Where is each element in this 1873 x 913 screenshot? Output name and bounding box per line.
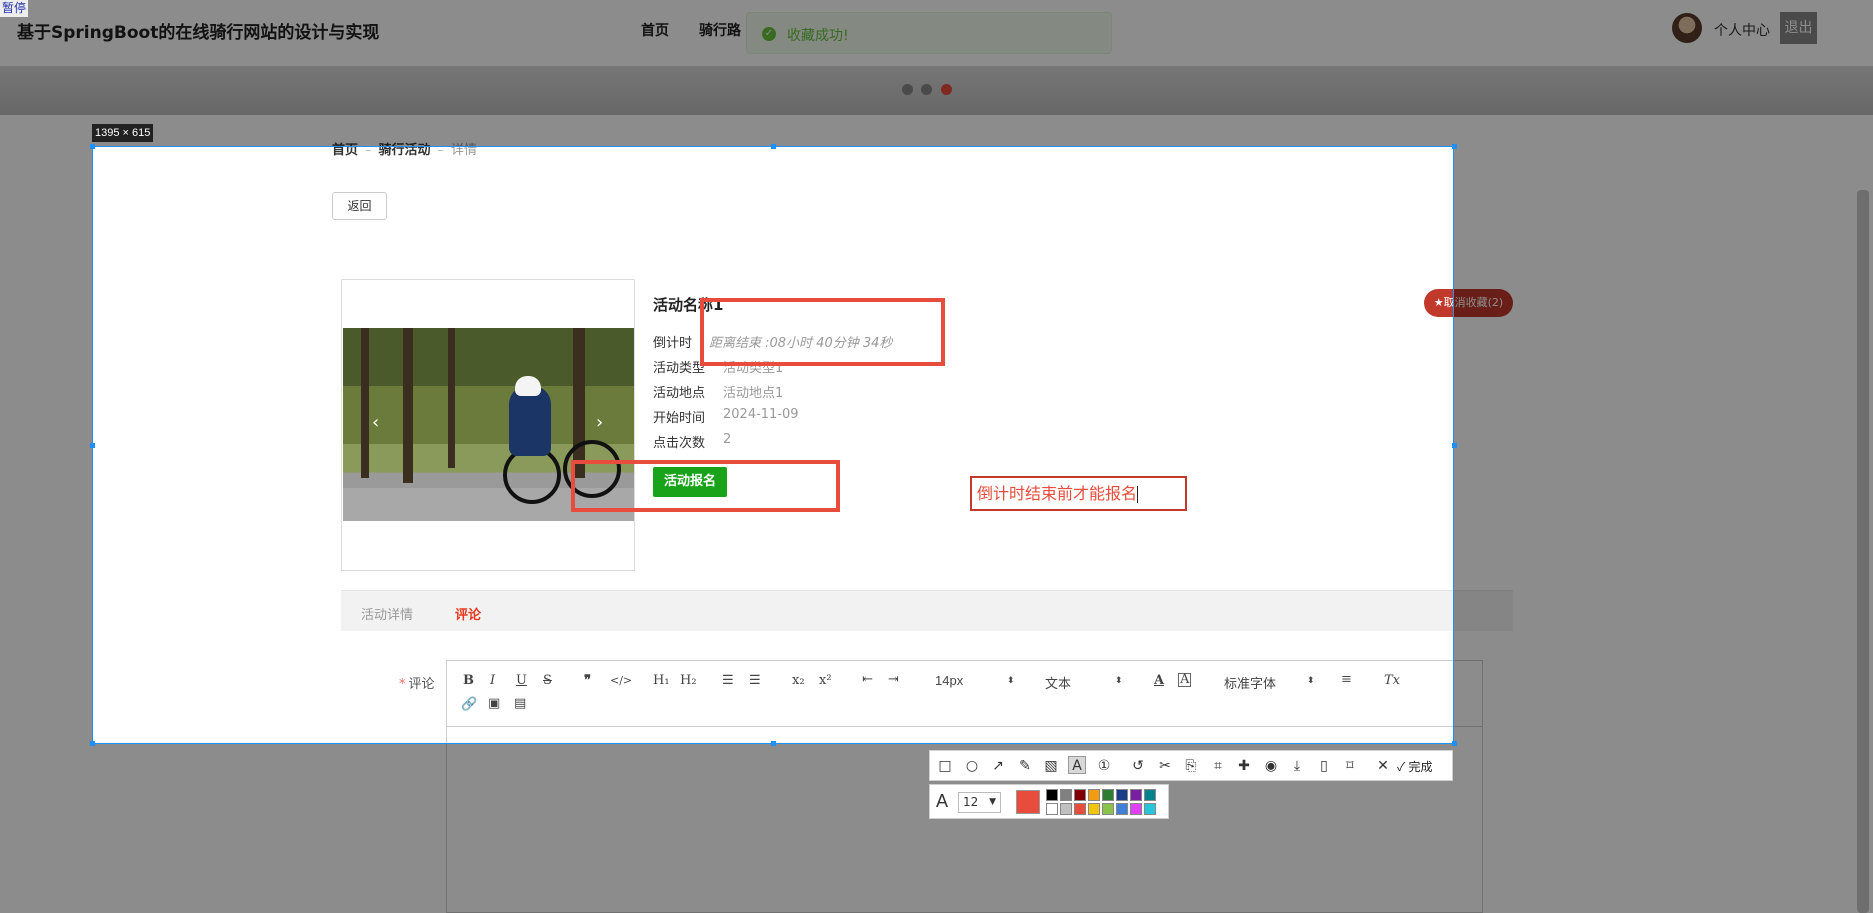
color-swatch[interactable] (1144, 803, 1156, 815)
record-icon[interactable]: ◉ (1262, 757, 1280, 775)
ocr-icon[interactable]: ⌗ (1209, 757, 1227, 775)
arrow-tool-icon[interactable]: ↗ (989, 757, 1007, 775)
capture-toolbar: □ ○ ↗ ✎ ▧ A ① ↺ ✂ ⎘ ⌗ ✚ ◉ ⤓ ▯ ⌑ ✕ ✓ 完成 (929, 750, 1453, 781)
number-tool-icon[interactable]: ① (1095, 757, 1113, 775)
download-icon[interactable]: ⤓ (1288, 757, 1306, 775)
annotation-rect-signup[interactable] (571, 460, 840, 512)
color-swatch[interactable] (1130, 789, 1142, 801)
color-swatch[interactable] (1060, 803, 1072, 815)
color-swatch[interactable] (1046, 803, 1058, 815)
color-swatch[interactable] (1144, 789, 1156, 801)
color-swatch[interactable] (1116, 803, 1128, 815)
font-size-value: 12 (963, 795, 979, 809)
color-swatch[interactable] (1088, 789, 1100, 801)
cutout-icon[interactable]: ✂ (1156, 757, 1174, 775)
resize-handle[interactable] (90, 144, 95, 149)
pin-icon[interactable]: ✚ (1235, 757, 1253, 775)
rectangle-tool-icon[interactable]: □ (936, 757, 954, 775)
close-icon[interactable]: ✕ (1374, 757, 1392, 775)
color-swatch[interactable] (1074, 803, 1086, 815)
color-swatch[interactable] (1116, 789, 1128, 801)
annotation-text: 倒计时结束前才能报名 (977, 484, 1138, 503)
text-tool-icon[interactable]: A (1068, 756, 1086, 774)
dim-overlay-right (1454, 146, 1873, 744)
font-icon: A (936, 791, 949, 811)
resize-handle[interactable] (90, 741, 95, 746)
translate-icon[interactable]: ⎘ (1182, 757, 1200, 775)
resize-handle[interactable] (1452, 443, 1457, 448)
font-size-dropdown[interactable]: 12 ▼ (958, 792, 1001, 813)
chevron-down-icon: ▼ (989, 797, 996, 807)
selection-size-label: 1395 × 615 (92, 124, 154, 142)
text-cursor (1137, 486, 1139, 503)
selection-frame[interactable] (92, 146, 1454, 744)
resize-handle[interactable] (1452, 144, 1457, 149)
resize-handle[interactable] (90, 443, 95, 448)
phone-icon[interactable]: ▯ (1315, 757, 1333, 775)
dim-overlay-top (0, 0, 1873, 146)
annotation-rect-countdown[interactable] (700, 298, 945, 366)
color-swatch[interactable] (1074, 789, 1086, 801)
color-swatch[interactable] (1102, 789, 1114, 801)
done-label: 完成 (1408, 760, 1433, 774)
dim-overlay-left (0, 146, 92, 744)
resize-handle[interactable] (1452, 741, 1457, 746)
color-swatch[interactable] (1046, 789, 1058, 801)
corner-tag: 暂停 (0, 0, 29, 17)
resize-handle[interactable] (771, 741, 776, 746)
color-swatch[interactable] (1102, 803, 1114, 815)
bookmark-icon[interactable]: ⌑ (1341, 757, 1359, 775)
mosaic-tool-icon[interactable]: ▧ (1042, 757, 1060, 775)
done-button[interactable]: ✓ 完成 (1397, 758, 1433, 775)
pen-tool-icon[interactable]: ✎ (1016, 757, 1034, 775)
undo-icon[interactable]: ↺ (1129, 757, 1147, 775)
annotation-text-box[interactable]: 倒计时结束前才能报名 (970, 476, 1187, 511)
color-swatch[interactable] (1060, 789, 1072, 801)
ellipse-tool-icon[interactable]: ○ (963, 757, 981, 775)
current-color-swatch[interactable] (1016, 790, 1040, 814)
resize-handle[interactable] (771, 144, 776, 149)
text-style-palette: A 12 ▼ (929, 784, 1169, 819)
color-swatch[interactable] (1088, 803, 1100, 815)
color-swatch[interactable] (1130, 803, 1142, 815)
